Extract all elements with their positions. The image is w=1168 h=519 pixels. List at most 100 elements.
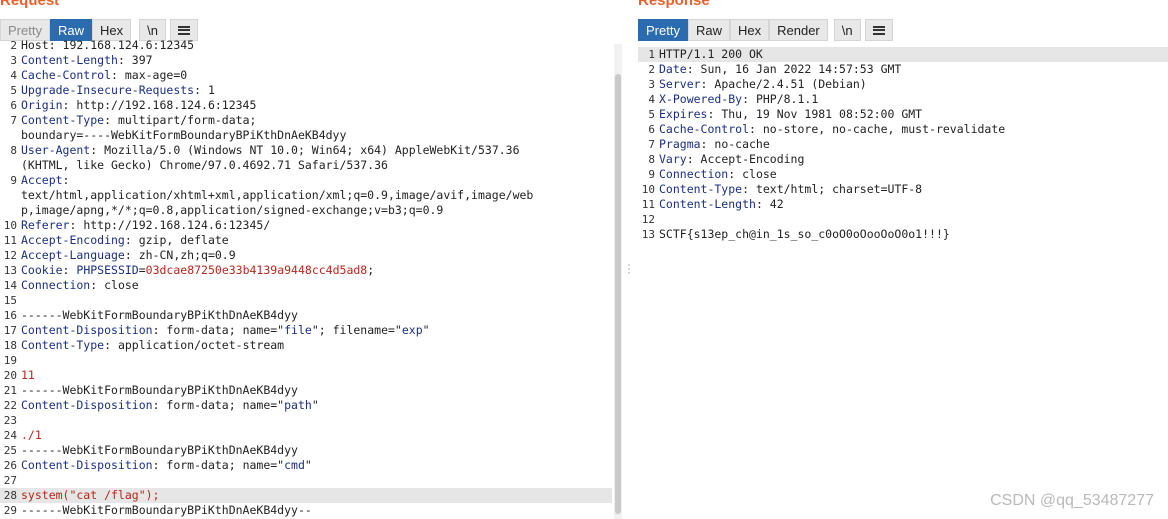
text-segment: 11 bbox=[21, 368, 35, 382]
response-editor[interactable]: 1 HTTP/1.1 200 OK 2 Date: Sun, 16 Jan 2022 … bbox=[638, 47, 1168, 519]
code-line: 29 ------WebKitFormBoundaryBPiKthDnAeKB4d… bbox=[0, 503, 612, 518]
text-segment: ------WebKitFormBoundaryBPiKthDnAeKB4dyy… bbox=[21, 503, 312, 517]
text-segment: : 397 bbox=[117, 53, 153, 67]
code-line: 9 Connection: close bbox=[638, 167, 1168, 182]
code-line: 14 Connection: close bbox=[0, 278, 612, 293]
text-segment: ; bbox=[367, 263, 375, 277]
code-line: 11 Accept-Encoding: gzip, deflate bbox=[0, 233, 612, 248]
header-name: User-Agent bbox=[21, 143, 91, 157]
text-segment: : Apache/2.4.51 (Debian) bbox=[700, 77, 867, 91]
line-text: Content-Type: application/octet-stream bbox=[21, 338, 612, 353]
code-line: 11 Content-Length: 42 bbox=[638, 197, 1168, 212]
response-toolbar: Pretty Raw Hex Render \n bbox=[638, 19, 893, 41]
line-text: Pragma: no-cache bbox=[659, 137, 1168, 152]
line-number: 25 bbox=[3, 444, 17, 457]
line-text: Content-Type: text/html; charset=UTF-8 bbox=[659, 182, 1168, 197]
code-line: 10 Content-Type: text/html; charset=UTF-8 bbox=[638, 182, 1168, 197]
line-number: 28 bbox=[3, 489, 17, 502]
text-segment: " bbox=[304, 458, 312, 472]
code-line: 5 Upgrade-Insecure-Requests: 1 bbox=[0, 83, 612, 98]
code-line: 9 Accept: bbox=[0, 173, 612, 188]
text-segment: : application/octet-stream bbox=[104, 338, 285, 352]
text-segment: cmd bbox=[284, 458, 305, 472]
response-tab-pretty[interactable]: Pretty bbox=[638, 19, 688, 41]
header-name: Pragma bbox=[659, 137, 701, 151]
line-text: Expires: Thu, 19 Nov 1981 08:52:00 GMT bbox=[659, 107, 1168, 122]
response-menu-button[interactable] bbox=[864, 19, 893, 41]
code-line: 18 Content-Type: application/octet-stream bbox=[0, 338, 612, 353]
request-pane: Request Pretty Raw Hex \n 2 Host: 192.168… bbox=[0, 0, 622, 519]
request-title: Request bbox=[0, 0, 60, 9]
line-number: 2 bbox=[648, 63, 655, 76]
header-name: Content-Type bbox=[659, 182, 743, 196]
code-line: 12 bbox=[638, 212, 1168, 227]
header-name: X-Powered-By bbox=[659, 92, 743, 106]
header-name: Content-Type bbox=[21, 338, 105, 352]
text-segment: boundary=----WebKitFormBoundaryBPiKthDnA… bbox=[21, 128, 347, 142]
header-name: Upgrade-Insecure-Requests bbox=[21, 83, 195, 97]
text-segment: : text/html; charset=UTF-8 bbox=[742, 182, 923, 196]
code-line: 6 Origin: http://192.168.124.6:12345 bbox=[0, 98, 612, 113]
line-number: 26 bbox=[3, 459, 17, 472]
code-line: 3 Content-Length: 397 bbox=[0, 53, 612, 68]
line-number: 4 bbox=[648, 93, 655, 106]
line-number: 24 bbox=[3, 429, 17, 442]
line-text: boundary=----WebKitFormBoundaryBPiKthDnA… bbox=[21, 128, 612, 143]
line-number: 29 bbox=[3, 504, 17, 517]
text-segment: : max-age=0 bbox=[111, 68, 188, 82]
line-number: 21 bbox=[3, 384, 17, 397]
line-number: 10 bbox=[641, 183, 655, 196]
line-text: Accept: bbox=[21, 173, 612, 188]
text-segment: : no-cache bbox=[700, 137, 770, 151]
code-line: 8 Vary: Accept-Encoding bbox=[638, 152, 1168, 167]
code-line: 4 X-Powered-By: PHP/8.1.1 bbox=[638, 92, 1168, 107]
text-segment: Host: 192.168.124.6:12345 bbox=[21, 38, 195, 52]
code-line: text/html,application/xhtml+xml,applicat… bbox=[0, 188, 612, 203]
pane-splitter[interactable]: · · · bbox=[622, 0, 638, 519]
request-editor[interactable]: 2 Host: 192.168.124.6:12345 3 Content-Lengt… bbox=[0, 38, 612, 519]
code-line: 6 Cache-Control: no-store, no-cache, must… bbox=[638, 122, 1168, 137]
line-text: text/html,application/xhtml+xml,applicat… bbox=[21, 188, 612, 203]
response-tab-render[interactable]: Render bbox=[769, 19, 828, 41]
line-number: 6 bbox=[648, 123, 655, 136]
text-segment: 03dcae87250e33b4139a9448cc4d5ad8 bbox=[145, 263, 368, 277]
request-scrollbar[interactable] bbox=[614, 44, 622, 519]
response-newline-toggle[interactable]: \n bbox=[833, 19, 861, 41]
header-name: Content-Disposition bbox=[21, 458, 153, 472]
request-scrollbar-thumb[interactable] bbox=[615, 74, 621, 514]
code-line: 2 Date: Sun, 16 Jan 2022 14:57:53 GMT bbox=[638, 62, 1168, 77]
line-number: 11 bbox=[3, 234, 17, 247]
code-line: 17 Content-Disposition: form-data; name="… bbox=[0, 323, 612, 338]
text-segment: : form-data; name=" bbox=[152, 458, 285, 472]
code-line: 13 SCTF{s13ep_ch@in_1s_so_c0oO0oOooOoO0o1… bbox=[638, 227, 1168, 242]
header-name: Accept-Encoding bbox=[21, 233, 125, 247]
line-text: SCTF{s13ep_ch@in_1s_so_c0oO0oOooOoO0o1!!… bbox=[659, 227, 1168, 242]
line-number: 17 bbox=[3, 324, 17, 337]
line-text: Content-Disposition: form-data; name="pa… bbox=[21, 398, 612, 413]
header-name: Vary bbox=[659, 152, 687, 166]
response-tab-hex[interactable]: Hex bbox=[729, 19, 770, 41]
line-text: Content-Length: 397 bbox=[21, 53, 612, 68]
drag-handle-icon: · · · bbox=[627, 257, 631, 279]
line-number: 14 bbox=[3, 279, 17, 292]
text-segment: ------WebKitFormBoundaryBPiKthDnAeKB4dyy bbox=[21, 443, 298, 457]
line-text: ./1 bbox=[21, 428, 612, 443]
line-text: HTTP/1.1 200 OK bbox=[659, 47, 1168, 62]
code-line: 7 Content-Type: multipart/form-data; bbox=[0, 113, 612, 128]
text-segment: : gzip, deflate bbox=[124, 233, 229, 247]
text-segment: " bbox=[311, 398, 319, 412]
text-segment: : bbox=[62, 263, 77, 277]
code-line: 23 bbox=[0, 413, 612, 428]
code-line: 4 Cache-Control: max-age=0 bbox=[0, 68, 612, 83]
line-number: 10 bbox=[3, 219, 17, 232]
line-text: Cache-Control: no-store, no-cache, must-… bbox=[659, 122, 1168, 137]
line-text: Cookie: PHPSESSID=03dcae87250e33b4139a94… bbox=[21, 263, 612, 278]
line-text: Date: Sun, 16 Jan 2022 14:57:53 GMT bbox=[659, 62, 1168, 77]
code-line: 3 Server: Apache/2.4.51 (Debian) bbox=[638, 77, 1168, 92]
response-tab-raw[interactable]: Raw bbox=[687, 19, 730, 41]
code-line: 19 bbox=[0, 353, 612, 368]
code-line: 13 Cookie: PHPSESSID=03dcae87250e33b4139a… bbox=[0, 263, 612, 278]
response-title: Response bbox=[638, 0, 710, 9]
text-segment: : http://192.168.124.6:12345 bbox=[62, 98, 257, 112]
line-text: 11 bbox=[21, 368, 612, 383]
